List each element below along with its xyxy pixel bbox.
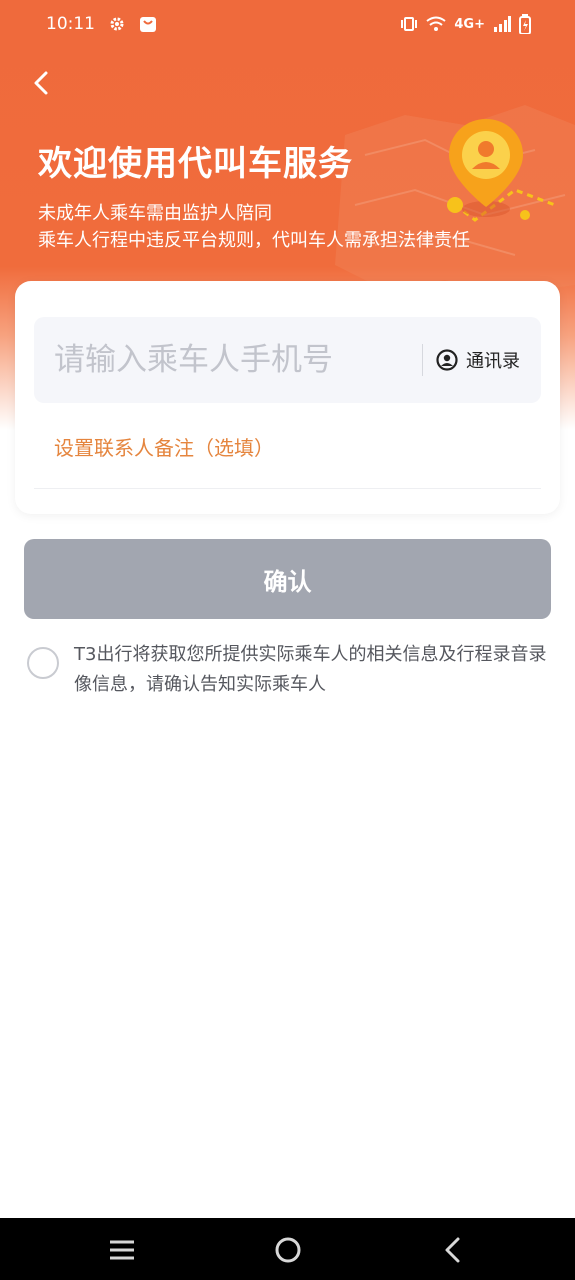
back-icon[interactable] (438, 1235, 468, 1265)
phone-input-box: 通讯录 (34, 317, 541, 403)
back-button[interactable] (28, 66, 56, 100)
status-bar: 10:11 4G+ (0, 0, 575, 48)
wifi-icon (426, 16, 447, 31)
settings-icon (110, 17, 124, 31)
passenger-phone-input[interactable] (54, 317, 414, 403)
confirm-button[interactable]: 确认 (24, 539, 551, 619)
subtitle-minor-notice: 未成年人乘车需由监护人陪同 (38, 203, 272, 224)
battery-icon (519, 14, 531, 34)
agreement-checkbox[interactable] (27, 647, 59, 679)
contact-person-icon (436, 349, 458, 371)
home-icon[interactable] (273, 1235, 303, 1265)
system-navigation-bar (0, 1218, 575, 1280)
passenger-form-card: 通讯录 设置联系人备注（选填） (15, 281, 560, 514)
shopping-bag-icon (140, 17, 156, 32)
vibrate-icon (401, 17, 418, 31)
contacts-button[interactable]: 通讯录 (436, 341, 520, 379)
signal-icon (494, 16, 511, 32)
network-type: 4G+ (454, 16, 485, 32)
subtitle-liability-notice: 乘车人行程中违反平台规则，代叫车人需承担法律责任 (38, 230, 470, 251)
set-contact-remark-link[interactable]: 设置联系人备注（选填） (54, 432, 274, 461)
menu-icon[interactable] (107, 1235, 137, 1265)
input-divider (422, 344, 423, 376)
card-divider (34, 488, 541, 489)
agreement-text: T3出行将获取您所提供实际乘车人的相关信息及行程录音录像信息，请确认告知实际乘车… (74, 644, 547, 695)
location-pin-icon (449, 119, 523, 217)
contacts-label: 通讯录 (466, 351, 520, 372)
status-time: 10:11 (46, 14, 95, 34)
page-title: 欢迎使用代叫车服务 (38, 144, 353, 184)
